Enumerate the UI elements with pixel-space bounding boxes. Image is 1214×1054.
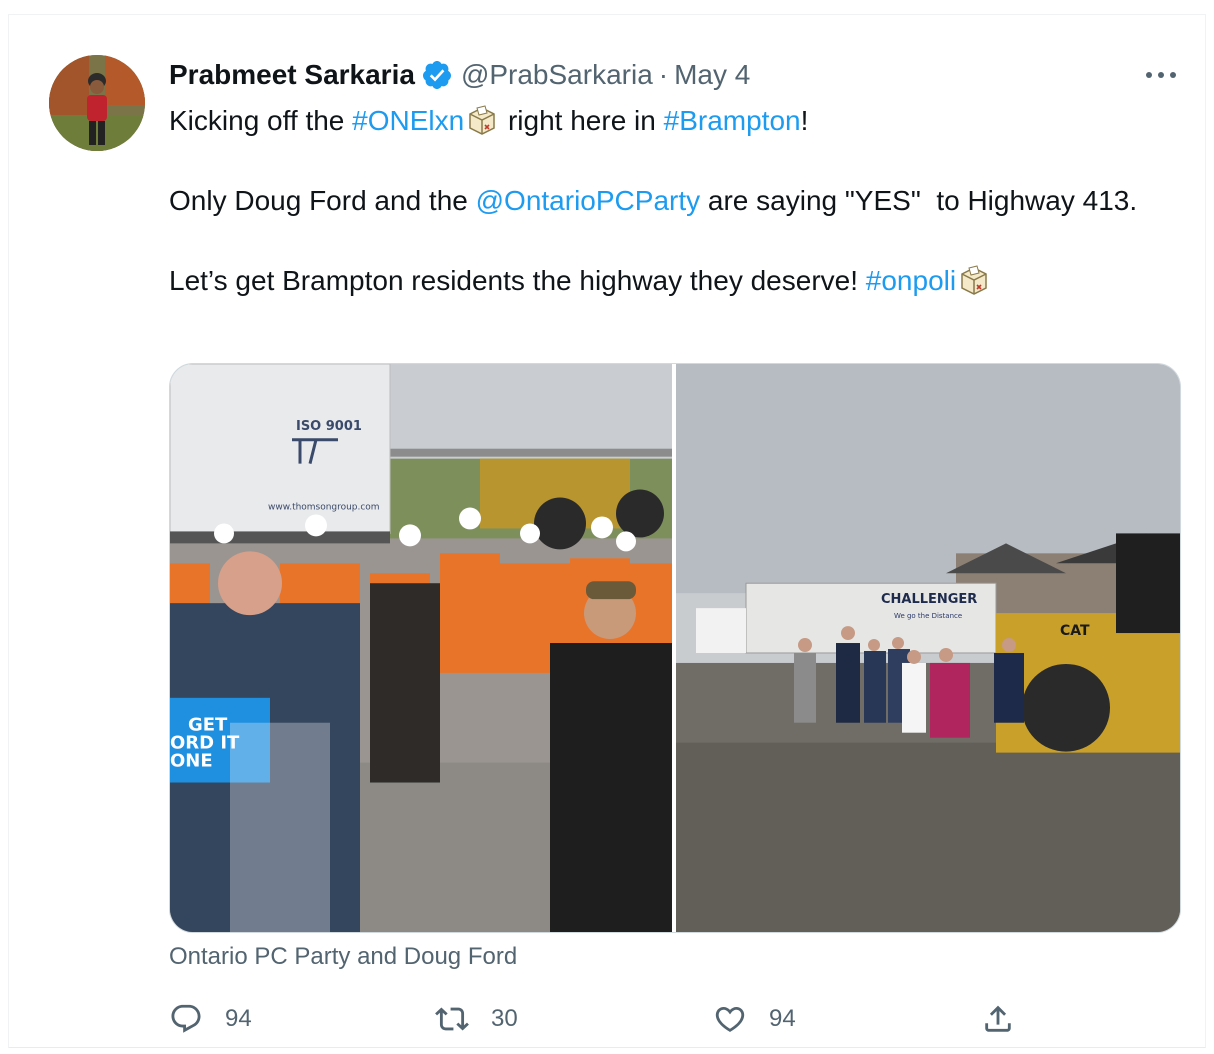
ballot-box-icon <box>466 104 498 136</box>
tweet-header: Prabmeet Sarkaria @PrabSarkaria · May 4 <box>169 55 1181 95</box>
podium-text-line3: ONE <box>170 751 213 772</box>
text-segment: Kicking off the <box>169 105 353 136</box>
media-caption[interactable]: Ontario PC Party and Doug Ford <box>169 943 517 971</box>
tweet-actions: 94 30 94 <box>169 999 1049 1039</box>
tweet-card[interactable]: Prabmeet Sarkaria @PrabSarkaria · May 4 … <box>8 14 1206 1048</box>
tweet-date[interactable]: May 4 <box>674 59 750 91</box>
reply-button[interactable]: 94 <box>169 999 252 1039</box>
trailer-tagline-text: We go the Distance <box>894 612 962 620</box>
photo-group-at-site[interactable]: CHALLENGER We go the Distance CAT <box>676 364 1180 932</box>
machine-brand-text: CAT <box>1060 623 1090 639</box>
hashtag-onelxn[interactable]: #ONElxn <box>352 105 464 136</box>
hashtag-brampton[interactable]: #Brampton <box>664 105 801 136</box>
trailer-cert-text: ISO 9001 <box>296 419 362 434</box>
tweet-text: Kicking off the #ONElxn right here in #B… <box>169 101 1181 301</box>
photo-press-conference[interactable]: ISO 9001 www.thomsongroup.com GET ORD IT… <box>170 364 672 932</box>
author-handle[interactable]: @PrabSarkaria <box>461 59 653 91</box>
share-icon <box>985 1005 1011 1032</box>
reply-icon <box>171 1004 201 1033</box>
trailer-url-text: www.thomsongroup.com <box>268 503 380 513</box>
ballot-box-icon <box>958 264 990 296</box>
header-separator: · <box>658 59 669 90</box>
like-button[interactable]: 94 <box>713 999 796 1039</box>
media-gallery[interactable]: ISO 9001 www.thomsongroup.com GET ORD IT… <box>169 363 1181 933</box>
avatar-image <box>49 55 145 151</box>
text-segment: right here in <box>500 105 664 136</box>
author-name[interactable]: Prabmeet Sarkaria <box>169 59 415 91</box>
hashtag-onpoli[interactable]: #onpoli <box>866 265 956 296</box>
trailer-brand-text: CHALLENGER <box>881 592 977 607</box>
reply-count: 94 <box>225 1005 252 1032</box>
like-count: 94 <box>769 1005 796 1032</box>
author-avatar[interactable] <box>49 55 145 151</box>
verified-badge-icon <box>421 59 453 91</box>
mention-ontariopcparty[interactable]: @OntarioPCParty <box>476 185 701 216</box>
heart-icon <box>715 1006 745 1032</box>
text-segment: Only Doug Ford and the <box>169 185 476 216</box>
retweet-icon <box>435 1007 469 1031</box>
more-dots-icon[interactable] <box>1141 63 1181 87</box>
text-segment: ! <box>800 105 809 136</box>
text-segment: are saying "YES" to Highway 413. <box>700 185 1138 216</box>
share-button[interactable] <box>981 999 1015 1039</box>
text-segment: Let’s get Brampton residents the highway… <box>169 265 866 296</box>
retweet-button[interactable]: 30 <box>435 999 518 1039</box>
retweet-count: 30 <box>491 1005 518 1032</box>
